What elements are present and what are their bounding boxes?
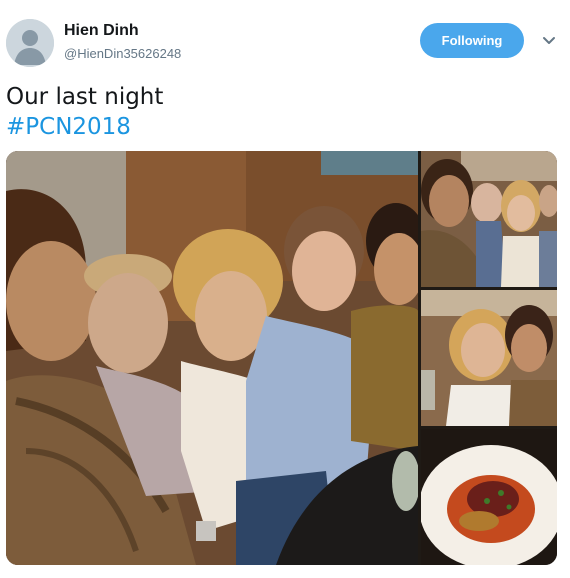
chevron-down-icon[interactable] — [539, 30, 559, 50]
group-photo[interactable] — [421, 151, 557, 287]
tweet-body: Our last night — [6, 84, 164, 110]
user-handle[interactable]: @HienDin35626248 — [64, 46, 181, 61]
tweet-card: Hien Dinh @HienDin35626248 Following Our… — [0, 0, 570, 578]
display-name[interactable]: Hien Dinh — [64, 22, 139, 40]
two-friends-photo[interactable] — [421, 290, 557, 426]
group-selfie-photo[interactable] — [6, 151, 418, 565]
food-plate-photo[interactable] — [421, 429, 557, 565]
tweet-text: Our last night #PCN2018 — [6, 82, 163, 142]
default-profile-icon — [6, 19, 54, 67]
media-grid — [6, 151, 557, 565]
following-button[interactable]: Following — [420, 23, 524, 58]
hashtag-link[interactable]: #PCN2018 — [6, 112, 163, 142]
avatar[interactable] — [6, 19, 54, 67]
